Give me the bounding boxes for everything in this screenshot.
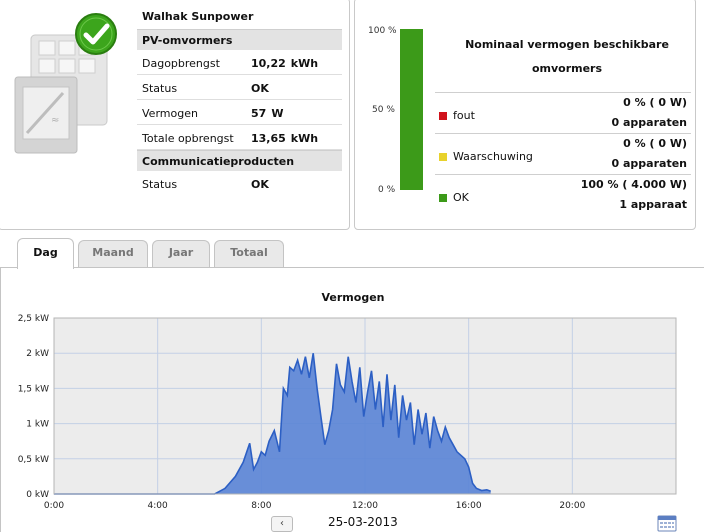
power-chart-panel: Vermogen 0 kW 0,5 kW 1 kW 1,5 kW 2 kW 2,5 kW 0…: [0, 268, 704, 532]
row-label: Status: [142, 82, 178, 95]
stat-error: fout 0 % ( 0 W) 0 apparaten: [435, 92, 691, 133]
tab-jaar[interactable]: Jaar: [152, 240, 210, 267]
status-ok-icon: [75, 13, 117, 55]
tab-totaal[interactable]: Totaal: [214, 240, 284, 267]
tab-divider: [0, 267, 704, 268]
nominal-bar-ok-fill: [400, 29, 423, 190]
x-tick-label: 20:00: [559, 501, 585, 511]
x-tick-label: 4:00: [148, 501, 168, 511]
nominal-bar: [400, 29, 423, 190]
stat-count: 0 apparaten: [611, 157, 687, 170]
stat-ok: OK 100 % ( 4.000 W) 1 apparaat: [435, 174, 691, 215]
row-comm-status: Status OK: [137, 171, 342, 196]
row-daily-yield: Dagopbrengst 10,22 kWh: [137, 50, 342, 75]
chart-date: 25-03-2013: [328, 515, 398, 529]
bar-tick-label: 100 %: [368, 26, 397, 36]
communication-header: Communicatieproducten: [137, 150, 342, 171]
x-tick-label: 0:00: [44, 501, 64, 511]
y-tick-label: 0 kW: [26, 490, 49, 500]
y-tick-label: 2 kW: [26, 349, 49, 359]
nominal-title: Nominaal vermogen beschikbare omvormers: [465, 38, 669, 75]
row-label: Dagopbrengst: [142, 57, 220, 70]
row-label: Vermogen: [142, 107, 198, 120]
stat-count: 1 apparaat: [619, 198, 687, 211]
stat-count: 0 apparaten: [611, 116, 687, 129]
warning-swatch: [439, 153, 447, 161]
bar-tick-label: 0 %: [378, 185, 396, 195]
x-tick-label: 12:00: [352, 501, 378, 511]
device-title: Walhak Sunpower: [142, 10, 254, 23]
row-status: Status OK: [137, 75, 342, 100]
bar-tick-label: 50 %: [372, 105, 395, 115]
x-tick-label: 16:00: [456, 501, 482, 511]
ok-swatch: [439, 194, 447, 202]
stat-label: Waarschuwing: [453, 150, 533, 163]
y-tick-label: 1 kW: [26, 420, 49, 430]
y-tick-label: 0,5 kW: [18, 455, 49, 465]
x-tick-label: 8:00: [251, 501, 271, 511]
previous-day-button[interactable]: ‹: [271, 516, 293, 532]
error-swatch: [439, 112, 447, 120]
device-summary-panel: ≈ Walhak Sunpower PV-omvormers Dagopbren…: [0, 0, 350, 230]
row-value: 13,65 kWh: [251, 132, 319, 145]
stat-warning: Waarschuwing 0 % ( 0 W) 0 apparaten: [435, 133, 691, 174]
svg-text:≈: ≈: [51, 115, 59, 126]
row-value: OK: [251, 178, 269, 191]
pv-inverters-header: PV-omvormers: [137, 29, 342, 50]
row-label: Totale opbrengst: [142, 132, 234, 145]
row-total-yield: Totale opbrengst 13,65 kWh: [137, 125, 342, 150]
row-power: Vermogen 57 W: [137, 100, 342, 125]
power-chart: 0 kW 0,5 kW 1 kW 1,5 kW 2 kW 2,5 kW 0:00 4:00 8:…: [18, 314, 677, 511]
tab-maand[interactable]: Maand: [78, 240, 148, 267]
stat-label: OK: [453, 191, 469, 204]
stat-label: fout: [453, 109, 475, 122]
stat-percent: 100 % ( 4.000 W): [580, 178, 687, 191]
row-value: OK: [251, 82, 269, 95]
y-tick-label: 1,5 kW: [18, 384, 49, 394]
row-value: 57 W: [251, 107, 284, 120]
y-tick-label: 2,5 kW: [18, 314, 49, 324]
stat-percent: 0 % ( 0 W): [623, 137, 687, 150]
row-value: 10,22 kWh: [251, 57, 319, 70]
tab-dag[interactable]: Dag: [17, 238, 74, 269]
stat-percent: 0 % ( 0 W): [623, 96, 687, 109]
nominal-power-panel: 100 % 50 % 0 % Nominaal vermogen beschik…: [354, 0, 696, 230]
calendar-icon[interactable]: [657, 514, 677, 532]
row-label: Status: [142, 178, 178, 191]
